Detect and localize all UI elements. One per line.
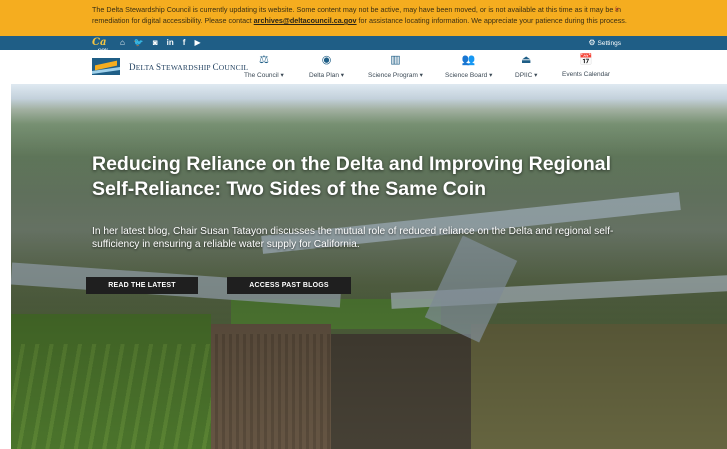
archives-email-link[interactable]: archives@deltacouncil.ca.gov <box>254 16 357 25</box>
site-header: DELTA STEWARDSHIP COUNCIL ⚖ The Council … <box>0 50 727 84</box>
brand-name: DELTA STEWARDSHIP COUNCIL <box>129 61 249 72</box>
read-the-latest-button[interactable]: READ THE LATEST <box>86 277 198 294</box>
nav-label: Science Board ▾ <box>445 72 493 79</box>
nav-science-program[interactable]: ▥ Science Program ▾ <box>368 53 423 79</box>
hero-subtitle: In her latest blog, Chair Susan Tatayon … <box>92 226 614 250</box>
linkedin-icon[interactable]: in <box>167 37 174 49</box>
building-icon: ⏏ <box>521 54 532 66</box>
home-icon[interactable]: ⌂ <box>120 37 125 49</box>
delta-council-logo-icon <box>92 58 120 75</box>
hero-overlay <box>11 84 727 449</box>
access-past-blogs-button[interactable]: ACCESS PAST BLOGS <box>227 277 351 294</box>
nav-delta-plan[interactable]: ◉ Delta Plan ▾ <box>309 53 344 79</box>
hero-banner: Reducing Reliance on the Delta and Impro… <box>11 84 727 449</box>
social-links: ⌂ 🐦 ◙ in f ▶ <box>120 37 201 49</box>
settings-label: Settings <box>597 40 622 47</box>
nav-the-council[interactable]: ⚖ The Council ▾ <box>244 53 284 79</box>
calendar-icon: 📅 <box>579 54 593 66</box>
ca-gov-logo[interactable]: CaGOV <box>92 37 108 52</box>
instagram-icon[interactable]: ◙ <box>153 37 158 49</box>
scales-icon: ⚖ <box>258 54 269 66</box>
youtube-icon[interactable]: ▶ <box>194 37 200 49</box>
nav-label: DPIIC ▾ <box>515 72 538 79</box>
facebook-icon[interactable]: f <box>183 37 186 49</box>
nav-dpiic[interactable]: ⏏ DPIIC ▾ <box>515 53 537 79</box>
gear-icon: ⚙ <box>588 38 596 47</box>
brand-logo-link[interactable]: DELTA STEWARDSHIP COUNCIL <box>92 58 248 75</box>
accessibility-alert-banner: The Delta Stewardship Council is current… <box>0 0 727 36</box>
delta-plan-icon: ◉ <box>321 54 332 66</box>
nav-label: The Council ▾ <box>244 72 284 79</box>
hero-title: Reducing Reliance on the Delta and Impro… <box>92 153 611 200</box>
nav-label: Events Calendar <box>562 71 611 78</box>
alert-text-after: for assistance locating information. We … <box>356 16 627 25</box>
people-group-icon: 👥 <box>461 54 476 66</box>
nav-science-board[interactable]: 👥 Science Board ▾ <box>445 53 492 79</box>
alert-close-icon[interactable]: × <box>614 4 619 15</box>
utility-bar: CaGOV ⌂ 🐦 ◙ in f ▶ ⚙Settings <box>0 36 727 52</box>
twitter-icon[interactable]: 🐦 <box>134 37 144 49</box>
settings-button[interactable]: ⚙ Settings <box>588 37 621 50</box>
science-chart-icon: ▥ <box>390 54 401 66</box>
nav-events-calendar[interactable]: 📅 Events Calendar <box>562 53 610 78</box>
nav-label: Science Program ▾ <box>368 72 423 79</box>
nav-label: Delta Plan ▾ <box>309 72 345 79</box>
